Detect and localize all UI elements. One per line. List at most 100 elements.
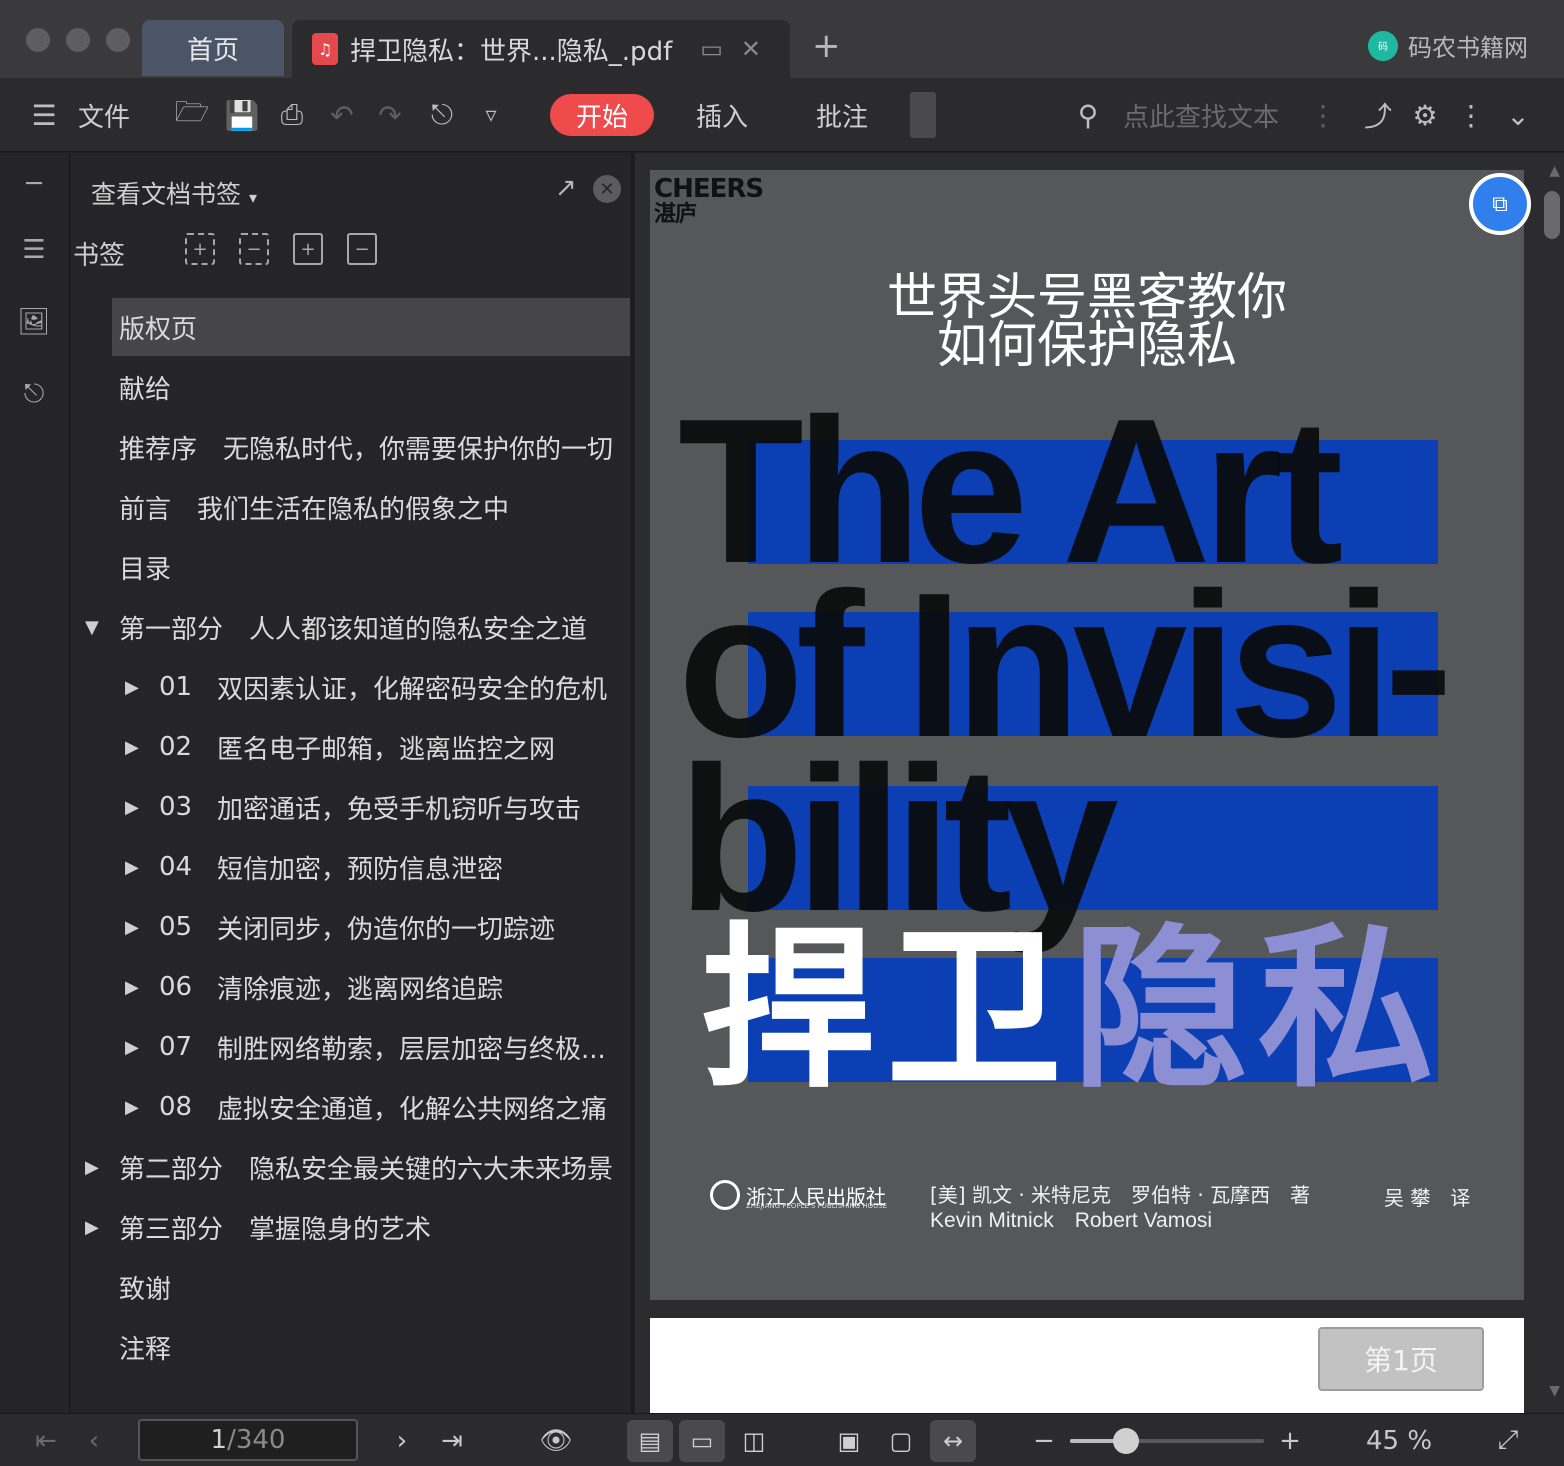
zoom-slider-thumb[interactable] bbox=[1113, 1428, 1140, 1454]
bookmark-item-label: 第二部分 隐私安全最关键的六大未来场景 bbox=[119, 1154, 614, 1185]
bookmark-item[interactable]: ▶ 08 虚拟安全通道，化解公共网络之痛 bbox=[71, 1078, 631, 1136]
new-tab-button[interactable]: + bbox=[812, 26, 841, 66]
collapsed-caret-icon[interactable]: ▶ bbox=[125, 917, 139, 938]
prev-page-icon[interactable]: ‹ bbox=[78, 1414, 110, 1466]
more-options-icon[interactable]: ⋮ bbox=[1456, 78, 1486, 152]
collapsed-caret-icon[interactable]: ▶ bbox=[125, 1037, 139, 1058]
collapsed-caret-icon[interactable]: ▶ bbox=[125, 977, 139, 998]
print-icon[interactable]: ⎙ bbox=[272, 78, 312, 152]
toolbar-collapse-handle[interactable] bbox=[910, 92, 936, 138]
panel-title[interactable]: 查看文档书签 ▾ bbox=[91, 175, 257, 211]
authors-en: Kevin Mitnick Robert Vamosi bbox=[930, 1209, 1213, 1232]
collapsed-caret-icon[interactable]: ▶ bbox=[125, 857, 139, 878]
collapse-all-icon[interactable]: − bbox=[239, 233, 269, 265]
bookmark-item[interactable]: ▶ 01 双因素认证，化解密码安全的危机 bbox=[71, 658, 631, 716]
document-view[interactable]: CHEERS 湛庐 世界头号黑客教你 如何保护隐私 The Art of Inv… bbox=[635, 153, 1564, 1418]
bookmark-panel: 查看文档书签 ▾ ↗ ✕ 书签 + − + − 版权页 献给 推荐序 无隐私时代，你… bbox=[71, 153, 633, 1413]
last-page-icon[interactable]: ⇥ bbox=[434, 1414, 470, 1466]
bookmark-item[interactable]: ▶ 05 关闭同步，伪造你的一切踪迹 bbox=[71, 898, 631, 956]
page-number-input[interactable]: 1/340 bbox=[138, 1419, 358, 1461]
single-page-icon[interactable]: ▭ bbox=[679, 1420, 725, 1462]
expanded-caret-icon[interactable]: ▼ bbox=[85, 617, 99, 638]
brand: 码 码农书籍网 bbox=[1368, 28, 1528, 63]
bookmark-item[interactable]: 致谢 bbox=[71, 1258, 631, 1316]
collapsed-caret-icon[interactable]: ▶ bbox=[125, 677, 139, 698]
window-zoom-button[interactable] bbox=[106, 28, 130, 52]
vertical-scrollbar[interactable] bbox=[1544, 191, 1560, 239]
bookmark-item[interactable]: ▶ 02 匿名电子邮箱，逃离监控之网 bbox=[71, 718, 631, 776]
collapsed-caret-icon[interactable]: ▶ bbox=[125, 737, 139, 758]
two-page-icon[interactable]: ◫ bbox=[731, 1420, 777, 1462]
zoom-slider[interactable] bbox=[1070, 1439, 1264, 1443]
remove-bookmark-icon[interactable]: − bbox=[347, 233, 377, 265]
collapsed-caret-icon[interactable]: ▶ bbox=[125, 1097, 139, 1118]
collapsed-caret-icon[interactable]: ▶ bbox=[85, 1157, 99, 1178]
open-folder-icon[interactable]: 🗁 bbox=[172, 78, 212, 152]
gear-icon[interactable]: ⚙ bbox=[1406, 78, 1444, 152]
bookmark-item[interactable]: 前言 我们生活在隐私的假象之中 bbox=[71, 478, 631, 536]
collapsed-caret-icon[interactable]: ▶ bbox=[85, 1217, 99, 1238]
zoom-out-icon[interactable]: − bbox=[1028, 1414, 1060, 1466]
more-vertical-icon[interactable]: ⋮ bbox=[1308, 78, 1338, 152]
close-tab-icon[interactable]: ✕ bbox=[741, 35, 761, 63]
bookmark-item[interactable]: 注释 bbox=[71, 1318, 631, 1376]
drag-handle-icon[interactable]: ─ bbox=[17, 167, 51, 201]
search-icon[interactable]: ⚲ bbox=[1070, 78, 1106, 152]
imprint-cn: 湛庐 bbox=[654, 202, 697, 227]
bookmark-list-icon[interactable]: ☰ bbox=[17, 233, 51, 267]
monitor-icon[interactable]: ▭ bbox=[700, 35, 723, 63]
bookmark-item[interactable]: ▶ 04 短信加密，预防信息泄密 bbox=[71, 838, 631, 896]
bookmark-item[interactable]: 推荐序 无隐私时代，你需要保护你的一切 bbox=[71, 418, 631, 476]
first-page-icon[interactable]: ⇤ bbox=[28, 1414, 64, 1466]
tab-document[interactable]: ♫ 捍卫隐私：世界...隐私_.pdf ▭ ✕ bbox=[292, 20, 790, 78]
bookmark-item-label: 第一部分 人人都该知道的隐私安全之道 bbox=[119, 614, 588, 645]
zoom-in-icon[interactable]: + bbox=[1274, 1414, 1306, 1466]
eye-protection-icon[interactable]: 👁 bbox=[534, 1414, 578, 1466]
export-pdf-icon[interactable]: ⎋ bbox=[17, 377, 51, 411]
fit-page-icon[interactable]: ▢ bbox=[878, 1420, 924, 1462]
bookmark-item[interactable]: ▼ 第一部分 人人都该知道的隐私安全之道 bbox=[71, 598, 631, 656]
authors: [美] 凯文 · 米特尼克 罗伯特 · 瓦摩西 著 Kevin Mitnick … bbox=[930, 1182, 1310, 1234]
fullscreen-icon[interactable]: ⤢ bbox=[1490, 1414, 1526, 1466]
tab-home[interactable]: 首页 bbox=[142, 20, 284, 76]
export-icon[interactable]: ⎋ bbox=[422, 78, 462, 152]
save-icon[interactable]: 💾 bbox=[222, 78, 262, 152]
hamburger-menu-icon[interactable]: ☰ bbox=[26, 78, 62, 152]
continuous-view-icon[interactable]: ▤ bbox=[627, 1420, 673, 1462]
publisher-imprint: CHEERS 湛庐 bbox=[654, 176, 764, 228]
thumbnail-image-icon[interactable]: 🖼 bbox=[17, 305, 51, 339]
bookmark-item[interactable]: ▶ 03 加密通话，免受手机窃听与攻击 bbox=[71, 778, 631, 836]
fit-width-icon[interactable]: ↔ bbox=[930, 1420, 976, 1462]
bookmark-item[interactable]: ▶ 第二部分 隐私安全最关键的六大未来场景 bbox=[71, 1138, 631, 1196]
share-icon[interactable]: ⤴ bbox=[1360, 78, 1396, 152]
chevron-down-icon[interactable]: ⌄ bbox=[1500, 78, 1536, 152]
bookmark-item[interactable]: ▶ 07 制胜网络勒索，层层加密与终极... bbox=[71, 1018, 631, 1076]
bookmark-item-label: 目录 bbox=[119, 554, 172, 585]
next-page-icon[interactable]: › bbox=[386, 1414, 418, 1466]
file-menu[interactable]: 文件 bbox=[74, 78, 134, 152]
window-minimize-button[interactable] bbox=[66, 28, 90, 52]
redo-icon[interactable]: ↷ bbox=[372, 78, 408, 152]
tab-start[interactable]: 开始 bbox=[550, 94, 655, 136]
collapsed-caret-icon[interactable]: ▶ bbox=[125, 797, 139, 818]
bookmark-item[interactable]: ▶ 06 清除痕迹，逃离网络追踪 bbox=[71, 958, 631, 1016]
bookmark-item[interactable]: 版权页 bbox=[71, 298, 631, 356]
bookmark-item[interactable]: 目录 bbox=[71, 538, 631, 596]
scroll-up-icon[interactable]: ▲ bbox=[1549, 163, 1560, 179]
floating-tool-button[interactable]: ⧉ bbox=[1469, 173, 1531, 235]
bookmark-item[interactable]: ▶ 第三部分 掌握隐身的艺术 bbox=[71, 1198, 631, 1256]
bookmark-item[interactable]: 献给 bbox=[71, 358, 631, 416]
tab-annotate[interactable]: 批注 bbox=[814, 78, 870, 152]
tab-insert[interactable]: 插入 bbox=[694, 78, 750, 152]
close-panel-icon[interactable]: ✕ bbox=[593, 175, 621, 203]
pop-out-icon[interactable]: ↗ bbox=[555, 173, 577, 203]
search-input[interactable]: 点此查找文本 bbox=[1116, 78, 1286, 152]
window-close-button[interactable] bbox=[26, 28, 50, 52]
add-bookmark-icon[interactable]: + bbox=[293, 233, 323, 265]
scroll-down-icon[interactable]: ▼ bbox=[1549, 1383, 1560, 1399]
more-dropdown-icon[interactable]: ▿ bbox=[476, 78, 506, 152]
zoom-level[interactable]: 45 % bbox=[1356, 1414, 1442, 1466]
expand-all-icon[interactable]: + bbox=[185, 233, 215, 265]
undo-icon[interactable]: ↶ bbox=[324, 78, 360, 152]
actual-size-icon[interactable]: ▣ bbox=[826, 1420, 872, 1462]
